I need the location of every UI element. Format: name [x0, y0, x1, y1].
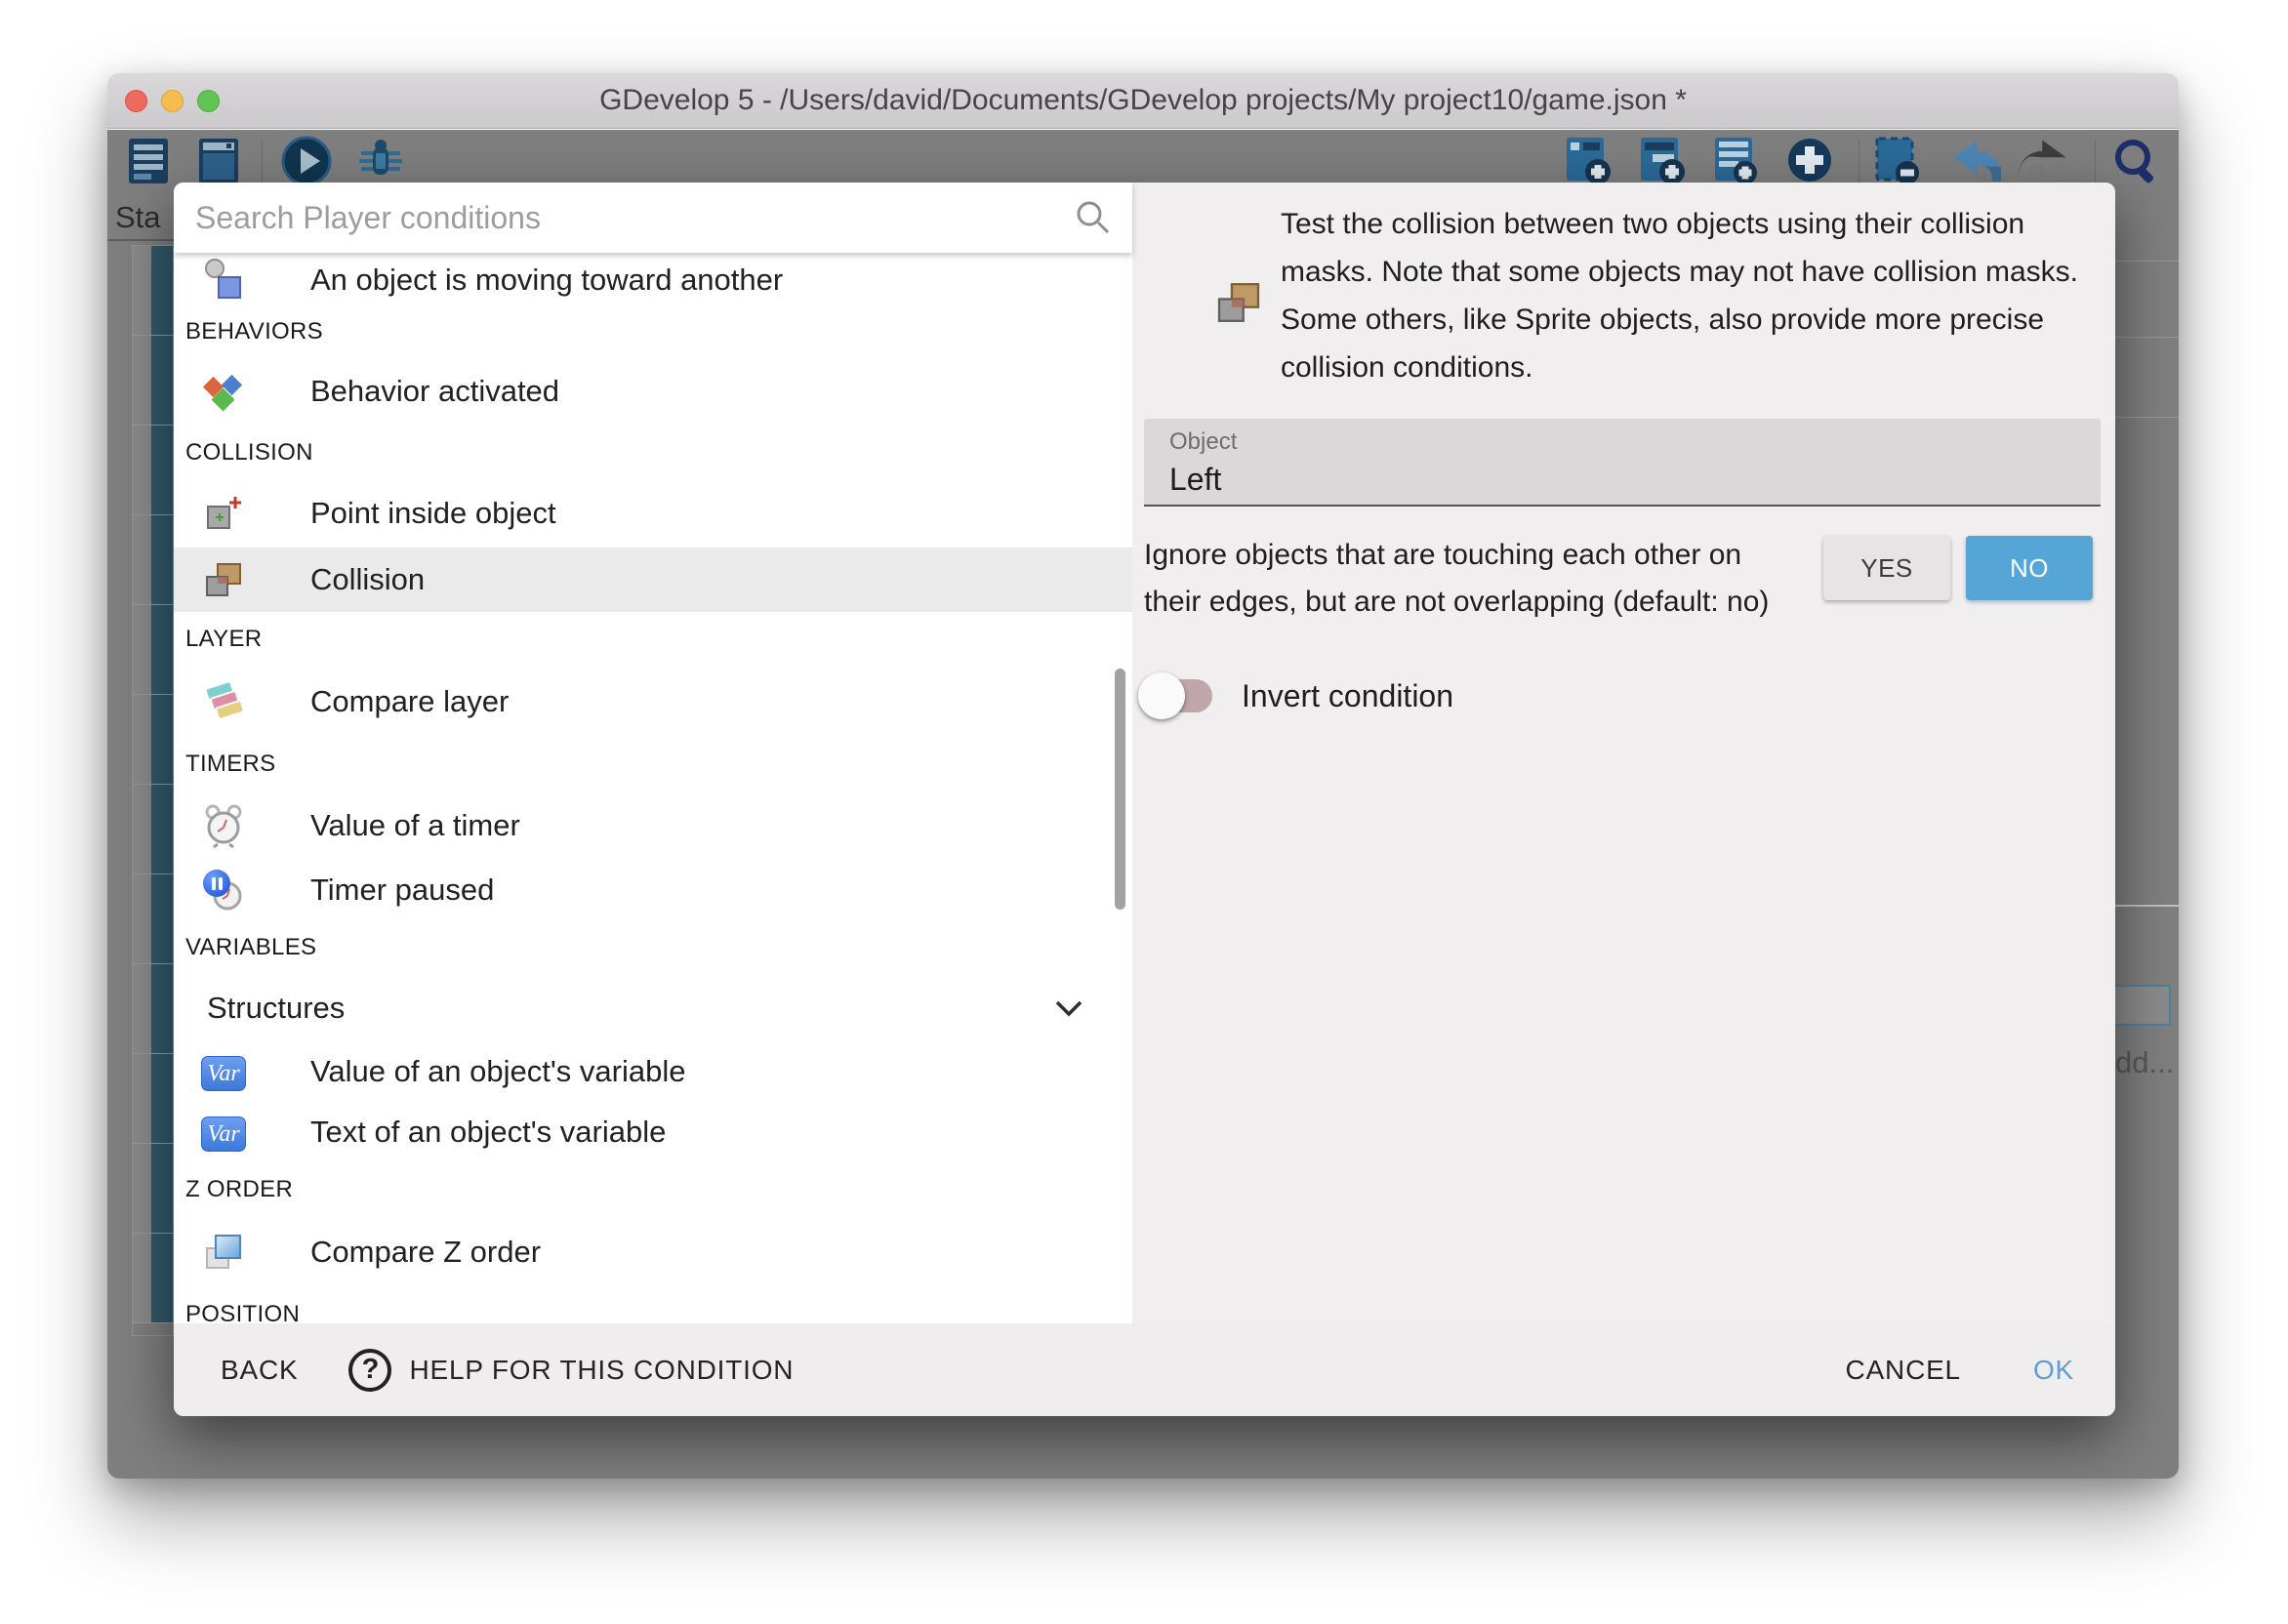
- toolbar-divider: [262, 140, 263, 183]
- events-sheet-right-sliver: dd...: [2115, 130, 2179, 1479]
- variable-icon: Var: [201, 1056, 246, 1091]
- list-item-label: Text of an object's variable: [310, 1115, 666, 1150]
- condition-editor-dialog: An object is moving toward another BEHAV…: [174, 183, 2115, 1416]
- object-field[interactable]: Object Left: [1144, 419, 2101, 507]
- list-section-header: LAYER: [174, 612, 1132, 667]
- list-section-header: COLLISION: [174, 426, 1132, 479]
- timer-icon: [201, 803, 246, 848]
- scene-editor-icon: [191, 134, 246, 188]
- add-event-icon: [1561, 134, 1615, 188]
- list-item-label: Behavior activated: [310, 374, 559, 409]
- search-icon: [1072, 196, 1115, 239]
- conditions-pane: An object is moving toward another BEHAV…: [174, 183, 1132, 1323]
- object-field-value: Left: [1169, 462, 1221, 498]
- back-button[interactable]: BACK: [221, 1355, 298, 1386]
- behavior-icon: [201, 369, 246, 414]
- condition-detail-pane: Test the collision between two objects u…: [1132, 183, 2115, 1323]
- z-order-icon: [201, 1230, 246, 1275]
- traffic-lights: [125, 73, 220, 129]
- list-group-structures[interactable]: Structures: [174, 975, 1132, 1041]
- events-sheet-icon: [121, 134, 176, 188]
- window-title: GDevelop 5 - /Users/david/Documents/GDev…: [599, 84, 1687, 117]
- list-section-header: BEHAVIORS: [174, 307, 1132, 356]
- variable-icon: Var: [201, 1116, 246, 1152]
- invert-condition-toggle-thumb[interactable]: [1138, 672, 1185, 719]
- minimize-button[interactable]: [161, 90, 184, 112]
- zoom-button[interactable]: [197, 90, 220, 112]
- collision-icon: [201, 557, 246, 602]
- list-item-label: Structures: [207, 991, 345, 1026]
- list-item[interactable]: Var Text of an object's variable: [174, 1102, 1132, 1162]
- close-button[interactable]: [125, 90, 147, 112]
- yes-button[interactable]: YES: [1823, 536, 1950, 600]
- redo-icon: [2019, 134, 2073, 188]
- moving-toward-icon: [201, 258, 246, 303]
- list-item-label: Value of an object's variable: [310, 1054, 685, 1089]
- cancel-button[interactable]: CANCEL: [1846, 1355, 1961, 1386]
- timer-paused-icon: [201, 868, 246, 913]
- delete-event-icon: [1870, 134, 1925, 188]
- add-action-label: dd...: [2115, 1045, 2174, 1080]
- point-inside-icon: [201, 491, 246, 536]
- undo-icon: [1946, 134, 2001, 188]
- list-section-header: Z ORDER: [174, 1162, 1132, 1217]
- list-item[interactable]: Point inside object: [174, 479, 1132, 548]
- object-field-label: Object: [1169, 428, 1237, 456]
- ok-button[interactable]: OK: [2033, 1355, 2074, 1386]
- list-item[interactable]: Value of a timer: [174, 792, 1132, 860]
- list-item-label: Compare Z order: [310, 1235, 541, 1270]
- scene-tab-label: Sta: [115, 200, 161, 235]
- conditions-list: An object is moving toward another BEHAV…: [174, 253, 1132, 1323]
- debug-icon: [353, 134, 408, 188]
- condition-description: Test the collision between two objects u…: [1281, 200, 2099, 391]
- dialog-footer: BACK ? HELP FOR THIS CONDITION CANCEL OK: [174, 1323, 2115, 1416]
- collision-icon: [1212, 276, 1265, 329]
- search-input[interactable]: [174, 200, 1072, 236]
- list-scrollbar-thumb[interactable]: [1115, 669, 1125, 910]
- list-item[interactable]: Timer paused: [174, 860, 1132, 920]
- search-bar: [174, 183, 1132, 253]
- desktop: GDevelop 5 - /Users/david/Documents/GDev…: [0, 0, 2288, 1624]
- add-comment-icon: [1709, 134, 1764, 188]
- list-section-header: VARIABLES: [174, 920, 1132, 975]
- gdevelop-window: GDevelop 5 - /Users/david/Documents/GDev…: [107, 73, 2179, 1479]
- help-icon[interactable]: ?: [348, 1349, 391, 1392]
- compare-layer-icon: [201, 679, 246, 724]
- list-item-selected[interactable]: Collision: [174, 548, 1132, 612]
- list-section-header: POSITION: [174, 1287, 1132, 1323]
- toolbar-divider: [2095, 140, 2096, 183]
- ignore-edges-label: Ignore objects that are touching each ot…: [1144, 532, 1788, 626]
- play-preview-icon: [279, 134, 334, 188]
- add-subevent-icon: [1635, 134, 1690, 188]
- list-item-label: Compare layer: [310, 684, 509, 719]
- list-item-label: An object is moving toward another: [310, 263, 783, 298]
- list-item[interactable]: Compare Z order: [174, 1217, 1132, 1287]
- events-sheet-rows: [132, 245, 174, 1336]
- scene-tab-underline: [107, 239, 174, 241]
- window-content-dimmed: Sta dd...: [107, 130, 2179, 1479]
- list-item[interactable]: Var Value of an object's variable: [174, 1041, 1132, 1102]
- add-circle-icon: [1782, 134, 1837, 188]
- list-item[interactable]: Compare layer: [174, 667, 1132, 737]
- no-button[interactable]: NO: [1966, 536, 2093, 600]
- list-item-label: Timer paused: [310, 873, 494, 908]
- list-item[interactable]: An object is moving toward another: [174, 253, 1132, 307]
- chevron-down-icon[interactable]: [1052, 996, 1085, 1020]
- list-item-label: Value of a timer: [310, 808, 520, 843]
- focused-field-sliver: [2111, 985, 2171, 1026]
- titlebar: GDevelop 5 - /Users/david/Documents/GDev…: [107, 73, 2179, 129]
- list-section-header: TIMERS: [174, 737, 1132, 792]
- list-item-label: Collision: [310, 562, 425, 597]
- list-item[interactable]: Behavior activated: [174, 356, 1132, 426]
- help-button[interactable]: HELP FOR THIS CONDITION: [409, 1355, 794, 1386]
- list-item-label: Point inside object: [310, 496, 556, 531]
- invert-condition-label: Invert condition: [1242, 678, 1453, 714]
